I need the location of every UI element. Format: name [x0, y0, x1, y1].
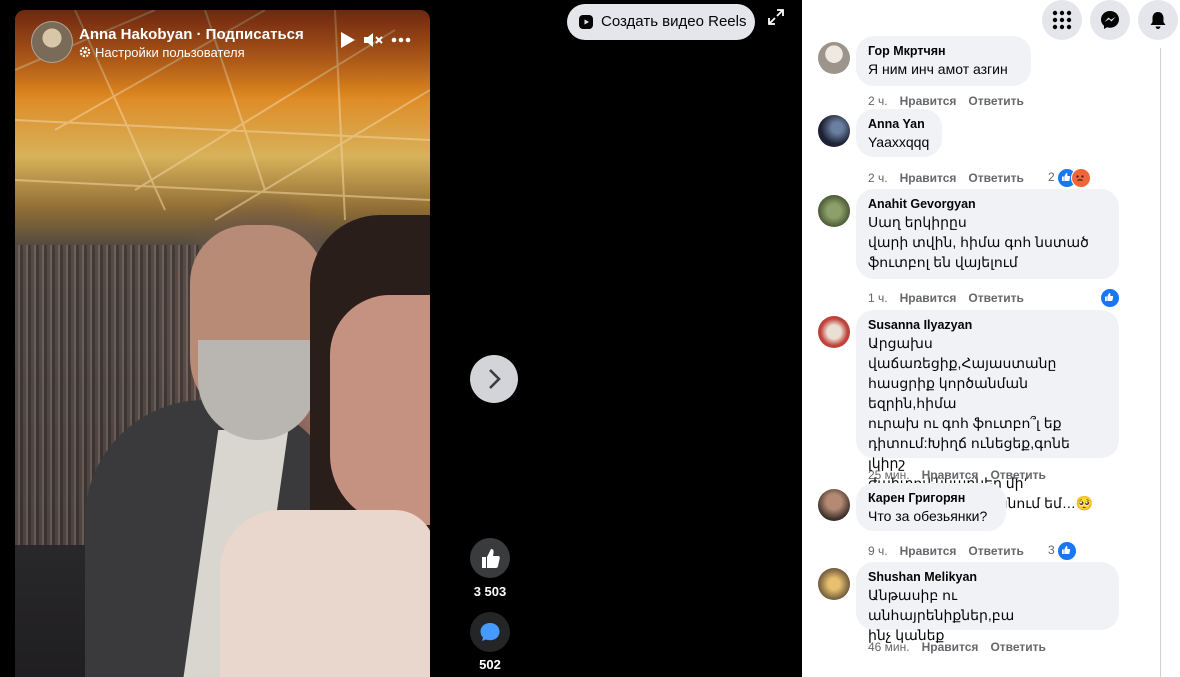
chevron-right-icon [489, 369, 501, 389]
comment-time[interactable]: 1 ч. [868, 291, 888, 305]
comment-time[interactable]: 25 мин. [868, 468, 910, 482]
comment-actions: 1 ч. Нравится Ответить [868, 291, 1036, 305]
author-avatar[interactable] [31, 21, 73, 63]
comment-time[interactable]: 46 мин. [868, 640, 910, 654]
comment-bubble: Susanna Ilyazyan Արցախս վաճառեցիք,Հայաստա… [856, 310, 1119, 511]
reaction-summary[interactable]: 3 [1048, 541, 1077, 561]
reaction-summary[interactable] [1100, 288, 1120, 308]
comment-like-button[interactable]: Нравится [922, 468, 979, 482]
comment-author[interactable]: Shushan Melikyan [868, 569, 1107, 585]
woman-face [330, 295, 430, 525]
comment-author[interactable]: Anna Yan [868, 116, 930, 132]
comment-actions: 2 ч. Нравится Ответить [868, 94, 1036, 108]
avatar[interactable] [818, 568, 850, 600]
comment-button[interactable] [470, 612, 510, 652]
messenger-icon [1101, 11, 1119, 29]
comment-author[interactable]: Гор Мкртчян [868, 43, 1019, 59]
like-reaction-icon [1056, 541, 1077, 561]
comment-author[interactable]: Карен Григорян [868, 490, 994, 506]
bell-icon [1150, 12, 1166, 29]
messenger-button[interactable] [1090, 0, 1130, 40]
comment-text: Անթասիբ ու անհայրենիքներ,բա ինչ կանեք [868, 587, 1015, 643]
like-button[interactable] [470, 538, 510, 578]
comment-time[interactable]: 9 ч. [868, 544, 888, 558]
reels-viewer: Anna Hakobyan · Подписаться Настройки по… [0, 0, 802, 677]
privacy-label: Настройки пользователя [95, 45, 245, 60]
comment-like-button[interactable]: Нравится [900, 94, 957, 108]
reaction-summary[interactable]: 2 [1048, 168, 1091, 188]
comment-like-button[interactable]: Нравится [900, 171, 957, 185]
comment-actions: 9 ч. Нравится Ответить [868, 544, 1036, 558]
comment-bubble: Карен Григорян Что за обезьянки? [856, 483, 1006, 531]
gear-icon [79, 46, 91, 58]
comment-actions: 25 мин. Нравится Ответить [868, 468, 1058, 482]
reaction-count: 3 [1048, 543, 1055, 558]
comment-bubble: Anahit Gevorgyan Սաղ երկիրըս վարի տվին, հ… [856, 189, 1119, 279]
create-reels-label: Создать видео Reels [601, 13, 747, 30]
comment-bubble: Anna Yan Yaaxxqqq [856, 109, 942, 157]
create-reels-button[interactable]: Создать видео Reels [567, 4, 755, 40]
comment-text: Я ним инч амот азгин [868, 61, 1008, 77]
avatar[interactable] [818, 42, 850, 74]
likes-count: 3 503 [473, 584, 507, 599]
comment-text: Սաղ երկիրըս վարի տվին, հիմա գոհ նստած ֆո… [868, 214, 1089, 270]
video-player[interactable] [15, 10, 430, 677]
comment-reply-button[interactable]: Ответить [990, 640, 1045, 654]
avatar[interactable] [818, 489, 850, 521]
menu-button[interactable] [1042, 0, 1082, 40]
more-options-icon[interactable] [390, 30, 412, 50]
comment-bubble: Shushan Melikyan Անթասիբ ու անհայրենիքներ… [856, 562, 1119, 643]
comment-actions: 2 ч. Нравится Ответить [868, 171, 1036, 185]
avatar[interactable] [818, 195, 850, 227]
woman-blouse [220, 510, 430, 677]
angry-reaction-icon [1070, 168, 1091, 188]
notifications-button[interactable] [1138, 0, 1178, 40]
comment-like-button[interactable]: Нравится [900, 544, 957, 558]
comment-author[interactable]: Anahit Gevorgyan [868, 196, 1107, 212]
comment-text: Yaaxxqqq [868, 134, 930, 150]
like-reaction-icon [1100, 288, 1120, 308]
comment-like-button[interactable]: Нравится [900, 291, 957, 305]
comment-reply-button[interactable]: Ответить [990, 468, 1045, 482]
comment-author[interactable]: Susanna Ilyazyan [868, 317, 1107, 333]
comment-reply-button[interactable]: Ответить [968, 171, 1023, 185]
comments-count: 502 [479, 657, 501, 672]
privacy-setting: Настройки пользователя [79, 45, 245, 60]
comment-reply-button[interactable]: Ответить [968, 94, 1023, 108]
comment-text: Что за обезьянки? [868, 508, 988, 524]
comment-reply-button[interactable]: Ответить [968, 291, 1023, 305]
comment-actions: 46 мин. Нравится Ответить [868, 640, 1058, 654]
comment-icon [480, 623, 500, 641]
author-name[interactable]: Anna Hakobyan · Подписаться [79, 26, 304, 43]
avatar[interactable] [818, 115, 850, 147]
expand-icon[interactable] [767, 8, 785, 26]
grid-menu-icon [1052, 10, 1072, 30]
comment-reply-button[interactable]: Ответить [968, 544, 1023, 558]
reels-icon [579, 15, 593, 29]
mute-icon[interactable] [362, 30, 384, 50]
comment-time[interactable]: 2 ч. [868, 171, 888, 185]
comment-like-button[interactable]: Нравится [922, 640, 979, 654]
panel-divider [1160, 48, 1161, 677]
comment-time[interactable]: 2 ч. [868, 94, 888, 108]
next-reel-button[interactable] [470, 355, 518, 403]
reaction-count: 2 [1048, 170, 1055, 185]
comments-panel: Гор Мкртчян Я ним инч амот азгин 2 ч. Нрави… [802, 0, 1180, 677]
comment-bubble: Гор Мкртчян Я ним инч амот азгин [856, 36, 1031, 86]
avatar[interactable] [818, 316, 850, 348]
play-icon[interactable] [337, 30, 359, 50]
thumbs-up-icon [482, 549, 500, 568]
